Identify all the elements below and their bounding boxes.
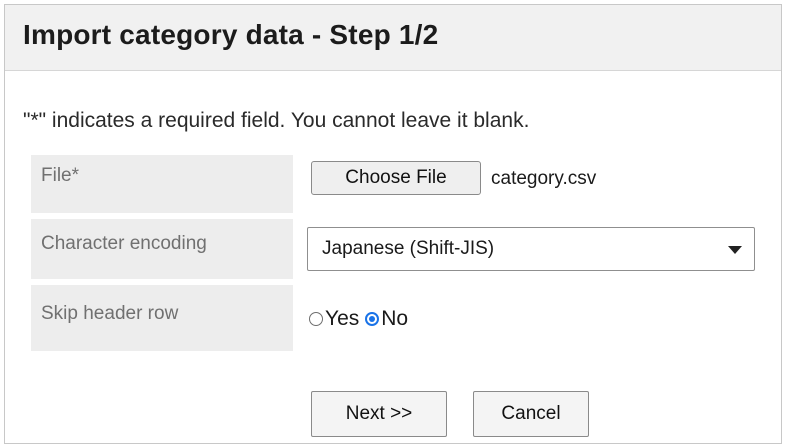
cancel-button[interactable]: Cancel xyxy=(473,391,589,437)
encoding-label: Character encoding xyxy=(31,219,293,279)
radio-no-label[interactable]: No xyxy=(381,307,408,331)
file-label: File* xyxy=(31,155,293,213)
radio-no[interactable] xyxy=(365,312,380,326)
next-button[interactable]: Next >> xyxy=(311,391,447,437)
title-bar: Import category data - Step 1/2 xyxy=(5,5,781,71)
import-dialog: Import category data - Step 1/2 "*" indi… xyxy=(4,4,782,444)
radio-yes-label[interactable]: Yes xyxy=(325,307,359,331)
choose-file-button[interactable]: Choose File xyxy=(311,161,481,195)
chevron-down-icon xyxy=(728,246,742,254)
skip-header-radio-group: Yes No xyxy=(309,307,408,331)
skip-header-label: Skip header row xyxy=(31,285,293,351)
required-field-note: "*" indicates a required field. You cann… xyxy=(23,109,530,132)
encoding-select[interactable]: Japanese (Shift-JIS) xyxy=(307,227,755,271)
radio-yes[interactable] xyxy=(309,312,323,326)
encoding-selected-value: Japanese (Shift-JIS) xyxy=(322,238,495,259)
selected-file-name: category.csv xyxy=(491,168,597,189)
page-title: Import category data - Step 1/2 xyxy=(23,19,439,50)
